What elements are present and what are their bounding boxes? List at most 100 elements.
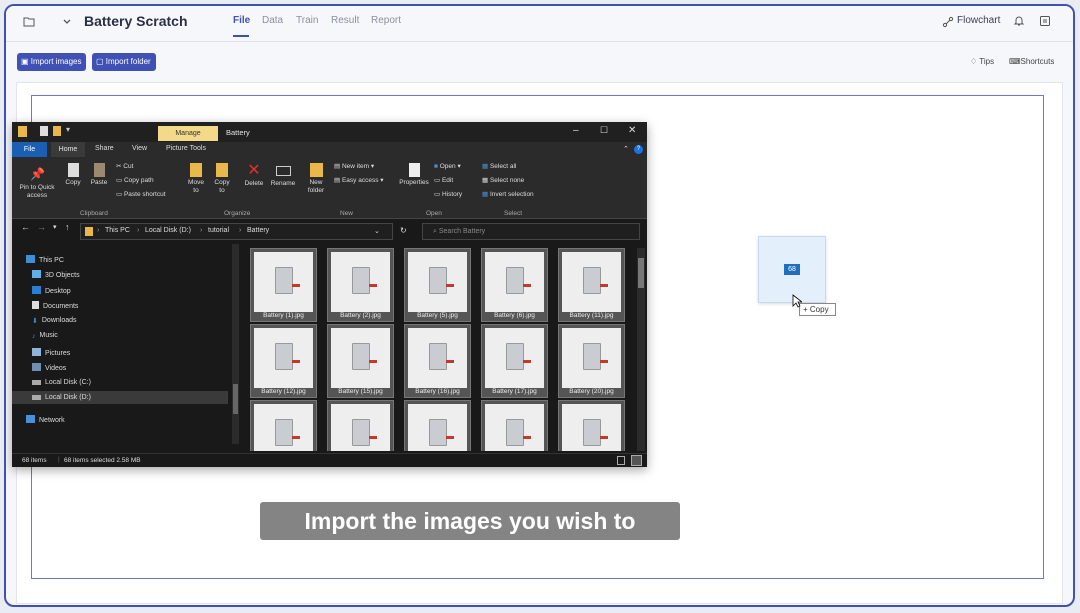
file-thumbnail[interactable]: Battery (16).jpg [404, 324, 471, 398]
flowchart-button[interactable]: Flowchart [957, 15, 1000, 26]
navigation-pane: This PC 3D Objects Desktop Documents ⬇ Do… [12, 244, 240, 451]
nav-item-music[interactable]: ♪ Music [32, 332, 58, 340]
back-arrow-icon[interactable]: ← [21, 222, 30, 232]
select-all-button[interactable]: ▦ Select all [482, 162, 516, 170]
nav-item-this-pc[interactable]: This PC [26, 255, 64, 264]
nav-scrollbar-thumb[interactable] [233, 384, 238, 414]
close-icon[interactable]: ✕ [628, 125, 636, 136]
file-thumbnail[interactable]: Battery (15).jpg [327, 324, 394, 398]
history-icon: ▭ [434, 191, 442, 198]
file-thumbnail[interactable] [481, 400, 548, 451]
properties-icon[interactable] [40, 126, 48, 136]
file-thumbnail[interactable]: Battery (5).jpg [404, 248, 471, 322]
open-button[interactable]: ■ Open ▾ [434, 162, 461, 170]
nav-item-3d-objects[interactable]: 3D Objects [32, 270, 80, 279]
tab-report[interactable]: Report [371, 15, 401, 26]
nav-item-desktop[interactable]: Desktop [32, 286, 71, 295]
new-folder-icon[interactable] [53, 126, 61, 136]
file-thumbnail[interactable]: Battery (20).jpg [558, 324, 625, 398]
file-thumbnail[interactable]: Battery (17).jpg [481, 324, 548, 398]
nav-item-network[interactable]: Network [26, 415, 65, 424]
tips-link[interactable]: ♢ Tips [970, 57, 994, 66]
import-folder-button[interactable]: ▢ Import folder [92, 53, 156, 71]
file-thumbnail[interactable]: Battery (6).jpg [481, 248, 548, 322]
chevron-down-icon[interactable] [58, 14, 76, 32]
copy-button[interactable]: Copy [62, 163, 84, 186]
invert-selection-button[interactable]: ▦ Invert selection [482, 190, 534, 198]
breadcrumb-tutorial[interactable]: tutorial [208, 227, 229, 234]
address-dropdown-icon[interactable]: ⌄ [374, 227, 380, 235]
paste-shortcut-button[interactable]: ▭ Paste shortcut [116, 190, 166, 198]
tab-manage[interactable]: Manage [158, 126, 218, 141]
battery-image [429, 343, 447, 370]
rename-button[interactable]: Rename [269, 163, 297, 187]
new-folder-button[interactable]: New folder [304, 163, 328, 195]
file-thumbnail[interactable] [558, 400, 625, 451]
paste-button[interactable]: Paste [88, 163, 110, 186]
tab-train[interactable]: Train [296, 15, 318, 26]
selection-info: 68 items selected 2.58 MB [64, 457, 141, 464]
breadcrumb-battery[interactable]: Battery [247, 227, 269, 234]
recent-dropdown-icon[interactable]: ▾ [53, 223, 57, 231]
details-view-icon[interactable] [617, 456, 625, 465]
file-thumbnail[interactable] [404, 400, 471, 451]
tab-result[interactable]: Result [331, 15, 359, 26]
large-icons-view-icon[interactable] [631, 455, 642, 466]
tab-picture-tools[interactable]: Picture Tools [166, 145, 206, 152]
easy-access-button[interactable]: ▤ Easy access ▾ [334, 176, 384, 184]
tab-file-explorer[interactable]: File [12, 142, 47, 157]
breadcrumb-local-disk-d[interactable]: Local Disk (D:) [145, 227, 191, 234]
file-thumbnail[interactable]: Battery (2).jpg [327, 248, 394, 322]
breadcrumb-this-pc[interactable]: This PC [105, 227, 130, 234]
tab-share[interactable]: Share [95, 145, 114, 152]
address-bar[interactable]: › This PC › Local Disk (D:) › tutorial ›… [80, 223, 407, 240]
file-thumbnail[interactable] [327, 400, 394, 451]
file-thumbnail[interactable] [250, 400, 317, 451]
select-none-button[interactable]: ▦ Select none [482, 176, 524, 184]
tab-data[interactable]: Data [262, 15, 283, 26]
file-grid-scrollbar[interactable] [637, 248, 645, 451]
maximize-icon[interactable]: ☐ [600, 125, 608, 136]
collapse-ribbon-icon[interactable]: ⌃ [623, 145, 629, 153]
forward-arrow-icon[interactable]: → [37, 222, 46, 232]
copy-path-button[interactable]: ▭ Copy path [116, 176, 154, 184]
menu-box-icon[interactable] [1036, 14, 1054, 32]
minimize-icon[interactable]: – [573, 125, 579, 136]
nav-item-local-disk-c[interactable]: Local Disk (C:) [32, 379, 91, 386]
refresh-icon[interactable]: ↻ [400, 226, 407, 235]
nav-scrollbar[interactable] [232, 244, 239, 444]
bell-icon[interactable] [1010, 14, 1028, 32]
folder-icon: ▢ [96, 57, 106, 66]
file-grid-scrollbar-thumb[interactable] [638, 258, 644, 288]
up-arrow-icon[interactable]: ↑ [65, 222, 70, 232]
tab-view[interactable]: View [132, 145, 147, 152]
delete-button[interactable]: ✕ Delete [241, 163, 267, 188]
quick-access-dropdown-icon[interactable]: ▾ [66, 125, 70, 134]
nav-item-local-disk-d[interactable]: Local Disk (D:) [32, 394, 91, 401]
file-name: Battery (15).jpg [338, 388, 383, 395]
help-icon[interactable]: ? [634, 145, 643, 154]
tab-file[interactable]: File [233, 15, 250, 26]
edit-button[interactable]: ▭ Edit [434, 176, 453, 184]
file-thumbnail[interactable]: Battery (1).jpg [250, 248, 317, 322]
file-name: Battery (6).jpg [494, 312, 535, 319]
nav-item-documents[interactable]: Documents [32, 301, 78, 310]
breadcrumb-separator: › [97, 227, 100, 234]
file-thumbnail[interactable]: Battery (11).jpg [558, 248, 625, 322]
nav-item-downloads[interactable]: ⬇ Downloads [32, 317, 77, 325]
nav-item-videos[interactable]: Videos [32, 363, 66, 372]
import-images-button[interactable]: ▣ Import images [17, 53, 87, 71]
properties-button[interactable]: Properties [397, 163, 431, 186]
cut-button[interactable]: ✂ Cut [116, 162, 133, 170]
nav-item-pictures[interactable]: Pictures [32, 348, 70, 357]
copy-to-button[interactable]: Copy to [211, 163, 233, 195]
move-to-button[interactable]: Move to [185, 163, 207, 195]
folder-icon[interactable] [20, 14, 38, 32]
search-input[interactable]: ⌕ Search Battery [422, 223, 640, 240]
history-button[interactable]: ▭ History [434, 190, 462, 198]
shortcuts-link[interactable]: ⌨Shortcuts [1009, 57, 1054, 66]
tab-home[interactable]: Home [51, 142, 85, 157]
pin-quick-access-button[interactable]: 📌 Pin to Quick access [16, 167, 58, 200]
file-thumbnail[interactable]: Battery (12).jpg [250, 324, 317, 398]
new-item-button[interactable]: ▤ New item ▾ [334, 162, 374, 170]
